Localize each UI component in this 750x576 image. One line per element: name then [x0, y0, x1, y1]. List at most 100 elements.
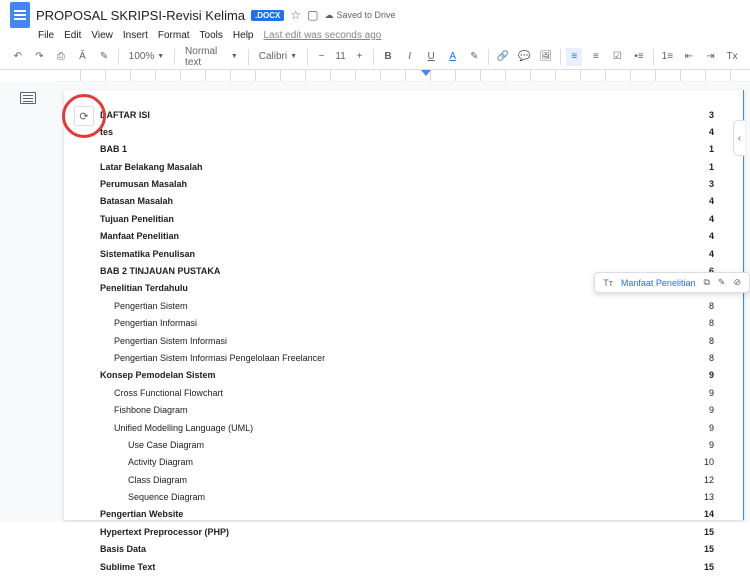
link-tooltip: Tᴛ Manfaat Penelitian ⧉ ✎ ⊘	[594, 272, 750, 293]
docx-badge: .DOCX	[251, 10, 284, 21]
toc-entry[interactable]: Unified Modelling Language (UML)9	[100, 419, 744, 436]
toc-page: 15	[704, 525, 714, 539]
toc-entry[interactable]: Cross Functional Flowchart9	[100, 384, 744, 401]
paint-format-icon[interactable]: ✎	[96, 48, 112, 66]
font-value: Calibri	[259, 51, 287, 62]
print-icon[interactable]: ⎙	[53, 48, 69, 66]
last-edit-link[interactable]: Last edit was seconds ago	[263, 30, 381, 41]
toc-entry[interactable]: Pengertian Website14	[100, 506, 744, 523]
menu-edit[interactable]: Edit	[64, 30, 81, 41]
tooltip-link[interactable]: Manfaat Penelitian	[621, 278, 696, 288]
toc-entry[interactable]: Hypertext Preprocessor (PHP)15	[100, 523, 744, 540]
table-of-contents: DAFTAR ISI 3tes4BAB 11Latar Belakang Masa…	[100, 106, 744, 576]
toc-entry[interactable]: Class Diagram12	[100, 471, 744, 488]
decrease-indent-icon[interactable]: ⇤	[681, 48, 697, 66]
copy-link-icon[interactable]: ⧉	[703, 277, 709, 288]
toc-page: 9	[709, 403, 714, 417]
line-spacing-icon[interactable]: ≡	[588, 48, 604, 66]
menu-format[interactable]: Format	[158, 30, 190, 41]
underline-icon[interactable]: U	[423, 48, 439, 66]
toc-entry[interactable]: Pengertian Informasi8	[100, 315, 744, 332]
undo-icon[interactable]: ↶	[10, 48, 26, 66]
toc-entry[interactable]: Fishbone Diagram 9	[100, 402, 744, 419]
toc-page: 1	[709, 160, 714, 174]
edit-link-icon[interactable]: ✎	[718, 277, 726, 288]
spellcheck-icon[interactable]: Ă	[75, 48, 91, 66]
bold-icon[interactable]: B	[380, 48, 396, 66]
toc-entry[interactable]: Pengertian Sistem Informasi Pengelolaan …	[100, 349, 744, 366]
toc-label: Activity Diagram	[128, 455, 193, 469]
toc-entry[interactable]: Basis Data 15	[100, 541, 744, 558]
toc-refresh-button[interactable]: ⟳	[74, 106, 94, 126]
style-select[interactable]: Normal text▼	[181, 46, 242, 68]
toc-label: Basis Data	[100, 542, 146, 556]
toc-page: 9	[709, 386, 714, 400]
toc-entry[interactable]: Perumusan Masalah3	[100, 176, 744, 193]
move-icon[interactable]: ▢	[307, 8, 318, 22]
toc-entry[interactable]: Pengertian Sistem8	[100, 297, 744, 314]
checklist-icon[interactable]: ☑	[610, 48, 626, 66]
toc-page: 15	[704, 542, 714, 556]
highlight-icon[interactable]: ✎	[466, 48, 482, 66]
menu-view[interactable]: View	[91, 30, 113, 41]
font-select[interactable]: Calibri▼	[255, 51, 301, 62]
toc-page: 4	[709, 247, 714, 261]
zoom-select[interactable]: 100%▼	[125, 51, 169, 62]
font-size-plus[interactable]: +	[352, 48, 368, 66]
font-size-input[interactable]: 11	[335, 51, 345, 62]
toc-page: 3	[709, 108, 714, 122]
ruler[interactable]	[56, 70, 750, 82]
toc-entry[interactable]: Konsep Pemodelan Sistem 9	[100, 367, 744, 384]
docs-logo-icon[interactable]	[10, 2, 30, 28]
toc-page: 9	[709, 368, 714, 382]
star-icon[interactable]: ☆	[290, 8, 301, 22]
align-left-icon[interactable]: ≡	[566, 48, 582, 66]
redo-icon[interactable]: ↷	[32, 48, 48, 66]
link-icon[interactable]: 🔗	[495, 48, 511, 66]
menu-help[interactable]: Help	[233, 30, 254, 41]
toc-entry[interactable]: Latar Belakang Masalah1	[100, 158, 744, 175]
bullet-list-icon[interactable]: •≡	[631, 48, 647, 66]
toc-entry[interactable]: Pengertian Sistem Informasi8	[100, 332, 744, 349]
clear-format-icon[interactable]: Tx	[724, 48, 740, 66]
toc-entry[interactable]: Tujuan Penelitian4	[100, 210, 744, 227]
toc-label: Pengertian Sistem	[114, 299, 188, 313]
font-size-minus[interactable]: −	[314, 48, 330, 66]
toc-entry[interactable]: Batasan Masalah4	[100, 193, 744, 210]
number-list-icon[interactable]: 1≡	[660, 48, 676, 66]
comment-icon[interactable]: 💬	[516, 48, 532, 66]
italic-icon[interactable]: I	[402, 48, 418, 66]
toc-label: Class Diagram	[128, 473, 187, 487]
text-color-icon[interactable]: A	[445, 48, 461, 66]
toc-entry[interactable]: Sublime Text 15	[100, 558, 744, 575]
image-icon[interactable]: 🖼	[538, 48, 554, 66]
toc-entry[interactable]: Manfaat Penelitian4	[100, 228, 744, 245]
toc-label: Konsep Pemodelan Sistem	[100, 368, 216, 382]
toc-page: 15	[704, 560, 714, 574]
toc-label: Pengertian Informasi	[114, 316, 197, 330]
remove-link-icon[interactable]: ⊘	[733, 277, 741, 288]
toc-page: 10	[704, 455, 714, 469]
indent-marker-icon[interactable]	[421, 70, 431, 80]
toc-entry[interactable]: DAFTAR ISI 3	[100, 106, 744, 123]
toc-entry[interactable]: Activity Diagram 10	[100, 454, 744, 471]
toc-entry[interactable]: Sequence Diagram13	[100, 489, 744, 506]
expand-side-panel-icon[interactable]: ‹	[733, 120, 745, 156]
toc-label: Sublime Text	[100, 560, 155, 574]
toc-label: Fishbone Diagram	[114, 403, 188, 417]
toc-label: Penelitian Terdahulu	[100, 281, 188, 295]
toc-label: DAFTAR ISI	[100, 108, 150, 122]
toc-label: Sequence Diagram	[128, 490, 205, 504]
toc-entry[interactable]: tes4	[100, 123, 744, 140]
document-title[interactable]: PROPOSAL SKRIPSI-Revisi Kelima	[36, 8, 245, 23]
increase-indent-icon[interactable]: ⇥	[703, 48, 719, 66]
document-page[interactable]: ⟳ DAFTAR ISI 3tes4BAB 11Latar Belakang Ma…	[64, 90, 744, 520]
toc-page: 9	[709, 438, 714, 452]
menu-file[interactable]: File	[38, 30, 54, 41]
toc-entry[interactable]: Use Case Diagram9	[100, 436, 744, 453]
toc-entry[interactable]: BAB 11	[100, 141, 744, 158]
toc-entry[interactable]: Sistematika Penulisan4	[100, 245, 744, 262]
menu-insert[interactable]: Insert	[123, 30, 148, 41]
menu-tools[interactable]: Tools	[200, 30, 223, 41]
outline-toggle-icon[interactable]	[20, 92, 36, 104]
